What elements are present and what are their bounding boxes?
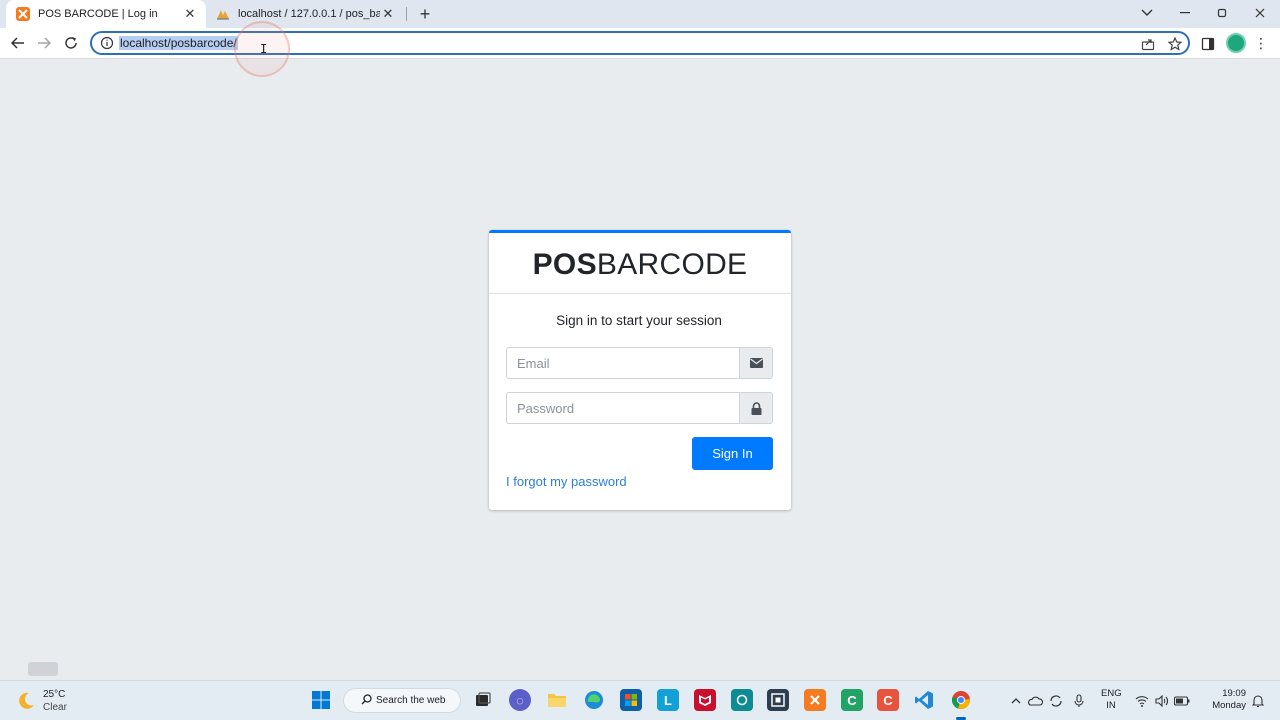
volume-icon[interactable] <box>1154 693 1170 709</box>
back-arrow-icon[interactable] <box>8 33 28 53</box>
phpmyadmin-icon <box>216 7 230 21</box>
system-clock[interactable]: 19:09 Monday <box>1206 688 1246 712</box>
xampp-icon <box>16 7 30 21</box>
profile-avatar[interactable] <box>1226 33 1246 53</box>
camtasia-green-icon[interactable]: C <box>841 689 863 711</box>
wifi-icon[interactable] <box>1134 693 1150 709</box>
login-box-message: Sign in to start your session <box>556 313 722 328</box>
password-input-group <box>506 392 773 424</box>
tab-search-chevron-icon[interactable] <box>1132 2 1162 24</box>
logo-light-text: BARCODE <box>596 248 748 281</box>
chevron-up-icon[interactable] <box>1008 693 1024 709</box>
email-field[interactable] <box>506 347 739 379</box>
logo-bold-text: POS <box>532 248 597 281</box>
share-icon[interactable] <box>1140 36 1156 52</box>
new-tab-button[interactable]: + <box>415 4 435 24</box>
udemy-watermark-badge <box>28 662 58 676</box>
tab-close-icon[interactable]: ✕ <box>380 6 396 22</box>
tab-title: localhost / 127.0.0.1 / pos_barcode <box>238 8 380 20</box>
tab-separator <box>406 7 407 21</box>
chrome-icon[interactable] <box>950 689 972 711</box>
chat-icon[interactable]: ◌ <box>509 689 531 711</box>
sync-icon[interactable] <box>1048 693 1064 709</box>
search-label: Search the web <box>376 695 446 706</box>
onedrive-cloud-icon[interactable] <box>1027 693 1043 709</box>
windows-taskbar: 25°C Clear Search the web ◌ L C C ENG IN… <box>0 680 1280 720</box>
file-explorer-icon[interactable] <box>546 689 568 711</box>
windows-start-icon[interactable] <box>310 689 332 711</box>
text-cursor-icon: I <box>260 42 268 56</box>
side-panel-icon[interactable] <box>1199 35 1217 53</box>
weather-condition[interactable]: Clear <box>43 702 67 713</box>
address-url[interactable]: localhost/posbarcode/ <box>119 36 238 50</box>
forward-arrow-icon[interactable] <box>34 33 54 53</box>
teal-app-icon[interactable] <box>731 689 753 711</box>
reload-icon[interactable] <box>61 33 81 53</box>
battery-icon[interactable] <box>1174 693 1190 709</box>
notification-bell-icon[interactable] <box>1250 693 1266 709</box>
task-view-icon[interactable] <box>472 689 494 711</box>
envelope-icon <box>739 347 773 379</box>
l-app-icon[interactable]: L <box>657 689 679 711</box>
close-window-icon[interactable] <box>1245 2 1275 24</box>
bookmark-star-icon[interactable] <box>1167 36 1183 52</box>
site-info-icon[interactable] <box>100 36 114 50</box>
edge-browser-icon[interactable] <box>583 689 605 711</box>
tab-close-icon[interactable]: ✕ <box>182 6 198 22</box>
browser-toolbar: localhost/posbarcode/ ⋮ <box>0 28 1280 59</box>
search-icon <box>361 693 372 708</box>
clock-day: Monday <box>1212 700 1246 711</box>
browser-tabstrip: POS BARCODE | Log in ✕ localhost / 127.0… <box>0 0 1280 28</box>
mcafee-icon[interactable] <box>694 689 716 711</box>
moon-weather-icon[interactable] <box>16 691 36 711</box>
forgot-password-link[interactable]: I forgot my password <box>506 474 627 489</box>
clock-time: 19:09 <box>1222 688 1246 699</box>
language-code: ENG <box>1101 688 1122 699</box>
password-field[interactable] <box>506 392 739 424</box>
xampp-taskbar-icon[interactable] <box>804 689 826 711</box>
login-logo[interactable]: POSBARCODE <box>489 233 791 294</box>
taskbar-search-box[interactable]: Search the web <box>343 688 461 713</box>
vscode-icon[interactable] <box>913 689 935 711</box>
language-indicator[interactable]: ENG IN <box>1101 688 1122 712</box>
tab-phpmyadmin[interactable]: localhost / 127.0.0.1 / pos_barcode ✕ <box>208 0 404 28</box>
region-code: IN <box>1106 700 1116 711</box>
microphone-icon[interactable] <box>1071 693 1087 709</box>
microsoft-store-icon[interactable] <box>620 689 642 711</box>
sign-in-button[interactable]: Sign In <box>692 437 773 470</box>
email-input-group <box>506 347 773 379</box>
camtasia-red-icon[interactable]: C <box>877 689 899 711</box>
sourcetree-icon[interactable] <box>767 689 789 711</box>
login-card: POSBARCODE Sign in to start your session… <box>489 230 791 510</box>
maximize-icon[interactable] <box>1207 2 1237 24</box>
browser-menu-icon[interactable]: ⋮ <box>1254 34 1268 52</box>
tab-title: POS BARCODE | Log in <box>38 8 158 20</box>
tab-pos-barcode-login[interactable]: POS BARCODE | Log in ✕ <box>6 0 206 28</box>
lock-icon <box>739 392 773 424</box>
weather-temperature[interactable]: 25°C <box>43 689 65 700</box>
minimize-icon[interactable] <box>1170 2 1200 24</box>
